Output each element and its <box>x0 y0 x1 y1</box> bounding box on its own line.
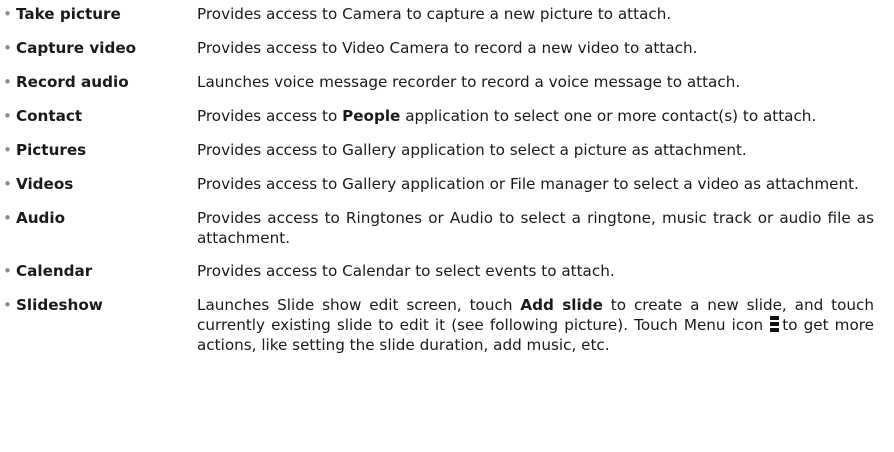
people-app-name: People <box>342 107 401 125</box>
option-term: Videos <box>15 175 74 193</box>
list-item: • Videos Provides access to Gallery appli… <box>3 174 894 195</box>
option-term: Pictures <box>15 141 87 159</box>
add-slide-label: Add slide <box>520 296 603 314</box>
desc-text: application to select one or more contac… <box>405 107 817 125</box>
option-term: Capture video <box>15 39 137 57</box>
list-item: • Calendar Provides access to Calendar to… <box>3 261 894 282</box>
bullet: • <box>3 296 12 314</box>
option-description: Provides access to Gallery application o… <box>197 175 859 193</box>
option-term: Slideshow <box>15 296 103 314</box>
option-description: Provides access to People application to… <box>197 106 874 126</box>
option-description: Provides access to Gallery application t… <box>197 141 747 159</box>
option-description: Provides access to Ringtones or Audio to… <box>197 209 874 247</box>
desc-text: Launches Slide show edit screen, touch <box>197 296 513 314</box>
menu-icon <box>770 316 780 332</box>
bullet: • <box>3 141 12 159</box>
list-item: • Pictures Provides access to Gallery app… <box>3 140 894 161</box>
bullet: • <box>3 39 12 57</box>
bullet: • <box>3 107 12 125</box>
option-description: Launches Slide show edit screen, touch A… <box>197 295 874 355</box>
option-term: Record audio <box>15 73 129 91</box>
bullet: • <box>3 209 12 227</box>
option-term: Take picture <box>15 5 121 23</box>
list-item: • Record audio Launches voice message rec… <box>3 72 894 93</box>
option-term: Contact <box>15 107 83 125</box>
option-term: Audio <box>15 209 66 227</box>
desc-text: Provides access to <box>197 107 338 125</box>
list-item: • Slideshow Launches Slide show edit scre… <box>3 295 894 355</box>
attachment-options-list: • Take picture Provides access to Camera … <box>0 0 894 355</box>
option-description: Provides access to Calendar to select ev… <box>197 262 615 280</box>
list-item: • Take picture Provides access to Camera … <box>3 4 894 25</box>
bullet: • <box>3 175 12 193</box>
option-description: Launches voice message recorder to recor… <box>197 73 741 91</box>
option-description: Provides access to Video Camera to recor… <box>197 39 698 57</box>
bullet: • <box>3 5 12 23</box>
bullet: • <box>3 73 12 91</box>
list-item: • Contact Provides access to People appli… <box>3 106 894 127</box>
option-term: Calendar <box>15 262 93 280</box>
list-item: • Capture video Provides access to Video … <box>3 38 894 59</box>
list-item: • Audio Provides access to Ringtones or A… <box>3 208 894 248</box>
option-description: Provides access to Camera to capture a n… <box>197 5 672 23</box>
bullet: • <box>3 262 12 280</box>
